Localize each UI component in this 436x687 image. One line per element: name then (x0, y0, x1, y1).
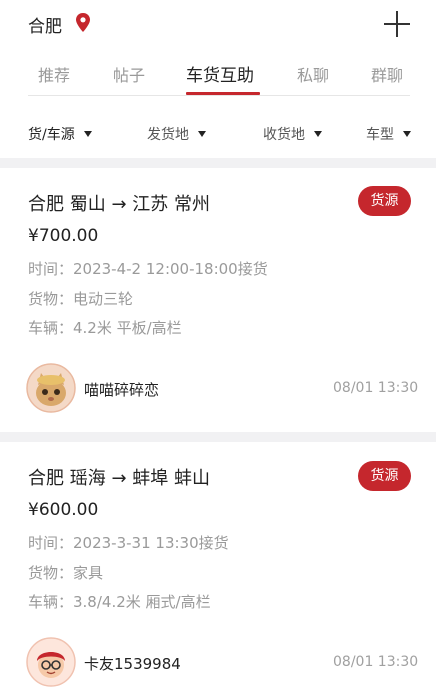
post-card[interactable]: 合肥 蜀山 → 江苏 常州 货源 ¥700.00 时间：2023-4-2 12:… (0, 168, 436, 432)
post-price: ¥700.00 (28, 226, 99, 246)
filter-label: 车型 (366, 127, 394, 143)
filter-label: 发货地 (147, 127, 189, 143)
post-card[interactable]: 合肥 瑶海 → 蚌埠 蚌山 货源 ¥600.00 时间：2023-3-31 13… (0, 442, 436, 687)
section-separator (0, 158, 436, 168)
post-vehicle: 车辆：3.8/4.2米 厢式/高栏 (28, 593, 211, 611)
avatar[interactable] (26, 363, 76, 413)
city-label[interactable]: 合肥 (28, 12, 62, 37)
post-route: 合肥 瑶海 → 蚌埠 蚌山 (28, 468, 210, 489)
post-timestamp: 08/01 13:30 (333, 654, 419, 670)
filter-source-type[interactable]: 货/车源 (28, 124, 92, 144)
caret-down-icon (83, 131, 92, 137)
post-time: 时间：2023-4-2 12:00-18:00接货 (28, 260, 268, 278)
post-route: 合肥 蜀山 → 江苏 常州 (28, 194, 210, 215)
tab-recommend[interactable]: 推荐 (38, 62, 70, 86)
tab-private-chat[interactable]: 私聊 (297, 62, 329, 86)
filter-origin[interactable]: 发货地 (147, 124, 206, 144)
section-separator (0, 432, 436, 442)
tabs-divider (28, 95, 410, 96)
filter-vehicle-type[interactable]: 车型 (366, 124, 411, 144)
tab-cargo-help[interactable]: 车货互助 (186, 61, 254, 86)
top-bar: 合肥 (0, 0, 436, 48)
avatar[interactable] (26, 637, 76, 687)
post-timestamp: 08/01 13:30 (333, 380, 419, 396)
username[interactable]: 喵喵碎碎恋 (84, 379, 159, 400)
post-goods: 货物：电动三轮 (28, 290, 134, 308)
filter-label: 货/车源 (28, 127, 75, 143)
status-badge: 货源 (358, 186, 411, 216)
post-price: ¥600.00 (28, 500, 99, 520)
username[interactable]: 卡友1539984 (84, 653, 181, 674)
tab-posts[interactable]: 帖子 (113, 62, 145, 86)
filter-label: 收货地 (263, 127, 305, 143)
filter-destination[interactable]: 收货地 (263, 124, 322, 144)
tab-bar: 推荐 帖子 车货互助 私聊 群聊 (0, 56, 436, 96)
tab-group-chat[interactable]: 群聊 (371, 62, 403, 86)
post-goods: 货物：家具 (28, 564, 104, 582)
post-vehicle: 车辆：4.2米 平板/高栏 (28, 319, 182, 337)
status-badge: 货源 (358, 461, 411, 491)
filter-bar: 货/车源 发货地 收货地 车型 (0, 120, 436, 148)
post-time: 时间：2023-3-31 13:30接货 (28, 534, 229, 552)
location-pin-icon[interactable] (75, 13, 91, 33)
plus-icon[interactable] (384, 11, 410, 37)
caret-down-icon (403, 131, 411, 137)
caret-down-icon (314, 131, 322, 137)
caret-down-icon (198, 131, 206, 137)
